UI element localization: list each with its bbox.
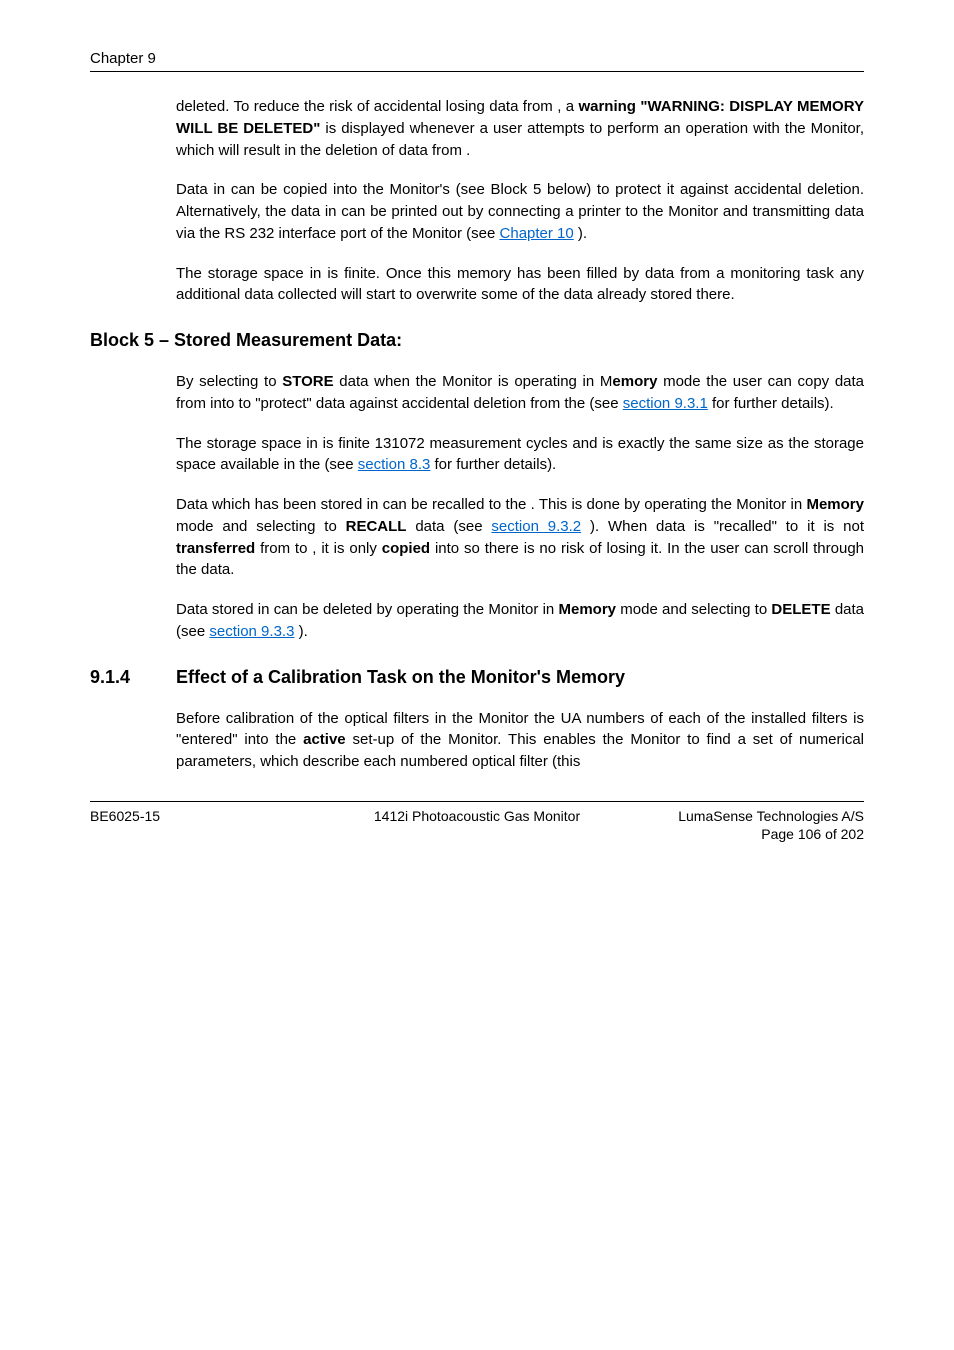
text: so there is no risk of losing it. In bbox=[464, 540, 684, 557]
text: ). When data is "recalled" to bbox=[590, 518, 807, 535]
paragraph-8: Before calibration of the optical filter… bbox=[176, 708, 864, 773]
link-section-933[interactable]: section 9.3.3 bbox=[209, 623, 294, 640]
text: it is not bbox=[807, 518, 864, 535]
footer-page: Page 106 of 202 bbox=[90, 826, 864, 842]
text: can be copied into the Monitor's bbox=[231, 181, 456, 198]
text: into bbox=[210, 395, 238, 412]
page: Chapter 9 deleted. To reduce the risk of… bbox=[0, 0, 954, 882]
text: data when the Monitor is operating in M bbox=[339, 373, 612, 390]
text: mode and selecting to bbox=[620, 601, 771, 618]
text: mode and selecting to bbox=[176, 518, 346, 535]
text: to "protect" data against accidental del… bbox=[239, 395, 590, 412]
link-section-931[interactable]: section 9.3.1 bbox=[623, 395, 708, 412]
paragraph-7: Data stored in can be deleted by operati… bbox=[176, 599, 864, 643]
text: into bbox=[435, 540, 464, 557]
text: for further details). bbox=[435, 456, 557, 473]
text: Data which has been stored in bbox=[176, 496, 383, 513]
paragraph-3: The storage space in is finite. Once thi… bbox=[176, 263, 864, 307]
link-chapter-10[interactable]: Chapter 10 bbox=[500, 225, 574, 242]
text: can be recalled to the bbox=[383, 496, 531, 513]
keyword-memory: Memory bbox=[559, 601, 617, 618]
keyword-copied: copied bbox=[382, 540, 430, 557]
text: can be deleted by operating the Monitor … bbox=[274, 601, 559, 618]
keyword-active: active bbox=[303, 731, 346, 748]
text: By selecting to bbox=[176, 373, 282, 390]
text: , a bbox=[557, 98, 578, 115]
text: Data in bbox=[176, 181, 231, 198]
heading-block-5: Block 5 – Stored Measurement Data: bbox=[90, 330, 864, 351]
keyword-memory: Memory bbox=[806, 496, 864, 513]
text: . bbox=[466, 142, 470, 159]
keyword-transferred: transferred bbox=[176, 540, 255, 557]
text: , it is only bbox=[312, 540, 381, 557]
divider-top bbox=[90, 71, 864, 72]
paragraph-6: Data which has been stored in can be rec… bbox=[176, 494, 864, 581]
text: (see bbox=[324, 456, 357, 473]
link-section-932[interactable]: section 9.3.2 bbox=[491, 518, 581, 535]
footer-center: 1412i Photoacoustic Gas Monitor bbox=[318, 808, 637, 824]
text: for further details). bbox=[712, 395, 834, 412]
section-title: Effect of a Calibration Task on the Moni… bbox=[176, 667, 864, 688]
text: The storage space in bbox=[176, 265, 327, 282]
paragraph-4: By selecting to STORE data when the Moni… bbox=[176, 371, 864, 415]
text: deleted. To reduce the risk of accidenta… bbox=[176, 98, 557, 115]
text: . This is done by operating the Monitor … bbox=[531, 496, 807, 513]
text: to bbox=[295, 540, 312, 557]
text: ). bbox=[299, 623, 308, 640]
footer-right: LumaSense Technologies A/S bbox=[636, 808, 864, 824]
text: Data stored in bbox=[176, 601, 274, 618]
paragraph-5: The storage space in is finite 131072 me… bbox=[176, 433, 864, 477]
keyword-delete: DELETE bbox=[771, 601, 830, 618]
heading-section-914: 9.1.4 Effect of a Calibration Task on th… bbox=[90, 667, 864, 688]
keyword-emory: emory bbox=[612, 373, 657, 390]
text: (see bbox=[589, 395, 622, 412]
paragraph-2: Data in can be copied into the Monitor's… bbox=[176, 179, 864, 244]
keyword-recall: RECALL bbox=[346, 518, 407, 535]
text: ). bbox=[578, 225, 587, 242]
page-footer: BE6025-15 1412i Photoacoustic Gas Monito… bbox=[90, 808, 864, 824]
keyword-store: STORE bbox=[282, 373, 333, 390]
text: from bbox=[260, 540, 295, 557]
section-number: 9.1.4 bbox=[90, 667, 176, 688]
text: data (see bbox=[415, 518, 491, 535]
page-header: Chapter 9 bbox=[90, 50, 864, 67]
paragraph-1: deleted. To reduce the risk of accidenta… bbox=[176, 96, 864, 161]
footer-left: BE6025-15 bbox=[90, 808, 318, 824]
text: The storage space in bbox=[176, 435, 323, 452]
divider-bottom bbox=[90, 801, 864, 802]
link-section-83[interactable]: section 8.3 bbox=[358, 456, 431, 473]
